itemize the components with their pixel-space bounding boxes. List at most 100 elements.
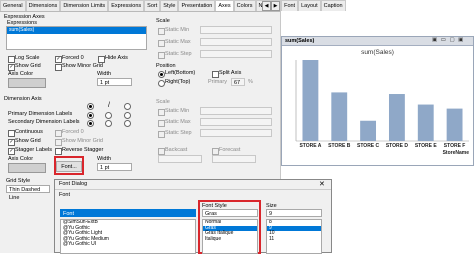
static-step-field[interactable]	[200, 50, 272, 58]
font-list-item[interactable]: @Yu Gothic UI	[61, 241, 195, 248]
secondary-labels-radio-0[interactable]	[87, 120, 94, 127]
right-top-radio[interactable]	[158, 80, 165, 87]
font-name-field[interactable]: Font	[60, 209, 196, 217]
static-min-label: Static Min	[165, 27, 190, 33]
dim-static-step-checkbox[interactable]	[158, 131, 165, 138]
reverse-stagger-checkbox[interactable]	[55, 148, 62, 155]
font-button[interactable]: Font...	[56, 161, 82, 172]
stagger-labels-checkbox[interactable]	[8, 148, 15, 155]
tab-scroll-right-button[interactable]: ▶	[271, 1, 280, 11]
dim-axis-color-swatch[interactable]	[8, 163, 46, 173]
dim-axis-color-label: Axis Color	[8, 156, 34, 162]
forecast-label: Forecast	[219, 147, 241, 153]
show-minor-grid-checkbox[interactable]	[55, 64, 62, 71]
dim-show-grid-checkbox[interactable]	[8, 139, 15, 146]
tab-font[interactable]: Font	[281, 0, 299, 11]
dim-static-min-checkbox[interactable]	[158, 109, 165, 116]
dim-static-max-checkbox[interactable]	[158, 120, 165, 127]
tab-layout[interactable]: Layout	[298, 0, 321, 11]
font-style-item[interactable]: Italique	[203, 236, 257, 243]
tab-general[interactable]: General	[0, 0, 26, 11]
tab-colors[interactable]: Colors	[233, 0, 256, 11]
tab-presentation[interactable]: Presentation	[178, 0, 216, 11]
grid-style-select[interactable]: Thin Dashed Line	[6, 185, 50, 201]
dimension-axis-group-label: Dimension Axis	[4, 96, 42, 102]
continuous-label: Continuous	[15, 129, 43, 135]
dim-forced-0-checkbox[interactable]	[55, 130, 62, 137]
left-bottom-radio[interactable]	[158, 71, 165, 78]
size-list-item[interactable]: 11	[267, 236, 321, 243]
font-style-list[interactable]: Normal Gras Gras Italique Italique	[202, 219, 258, 254]
tab-scroll-left-button[interactable]: ◀	[262, 1, 271, 11]
backcast-field[interactable]	[158, 155, 202, 163]
dim-show-minor-grid-checkbox[interactable]	[55, 139, 62, 146]
show-minor-grid-label: Show Minor Grid	[62, 63, 103, 69]
x-tick-label: STORE A	[299, 143, 321, 149]
primary-field[interactable]: 67	[231, 78, 245, 86]
bar-store-b	[331, 92, 348, 141]
expressions-list[interactable]: sum(Sales)	[6, 26, 147, 50]
tab-style[interactable]: Style	[160, 0, 179, 11]
primary-labels-radio-0[interactable]	[87, 112, 94, 119]
left-bottom-label: Left(Bottom)	[165, 70, 196, 76]
x-tick-label: STORE B	[328, 143, 351, 149]
expression-item[interactable]: sum(Sales)	[7, 27, 146, 34]
continuous-checkbox[interactable]	[8, 130, 15, 137]
x-tick-label: STORE F	[444, 143, 466, 149]
chart-window[interactable]: sum(Sales) ▣ ▭ ▢ ▣ sum(Sales) STORE A STOR…	[281, 36, 474, 166]
axis-color-swatch[interactable]	[8, 78, 46, 88]
dim-scale-group-label: Scale	[156, 99, 170, 105]
dim-static-min-field[interactable]	[200, 107, 272, 115]
bar-store-d	[388, 94, 405, 141]
width-field[interactable]: 1 pt	[97, 78, 132, 86]
log-scale-checkbox[interactable]	[8, 56, 15, 63]
split-axis-checkbox[interactable]	[212, 71, 219, 78]
dim-width-label: Width	[97, 156, 112, 162]
bar-store-f	[446, 108, 463, 141]
chart-caption-bar[interactable]: sum(Sales) ▣ ▭ ▢ ▣	[282, 37, 473, 46]
primary-labels-radio-vertical[interactable]	[124, 103, 131, 110]
font-dialog-title: Font Dialog	[59, 181, 88, 187]
caption-icons[interactable]: ▣ ▭ ▢ ▣	[432, 37, 464, 43]
primary-labels-radio-2[interactable]	[124, 112, 131, 119]
secondary-labels-radio-2[interactable]	[124, 120, 131, 127]
dim-width-field[interactable]: 1 pt	[97, 163, 132, 171]
position-group-label: Position	[156, 63, 176, 69]
dim-static-min-label: Static Min	[165, 108, 190, 114]
static-max-checkbox[interactable]	[158, 40, 165, 47]
bar-chart: sum(Sales) STORE A STORE B STORE C STORE D ST…	[295, 49, 469, 156]
tab-strip: General Dimensions Dimension Limits Express…	[0, 0, 346, 12]
tab-axes[interactable]: Axes	[215, 0, 234, 11]
tab-dimensions[interactable]: Dimensions	[25, 0, 61, 11]
static-step-label: Static Step	[165, 51, 192, 57]
close-icon[interactable]: ✕	[319, 180, 325, 188]
static-min-field[interactable]	[200, 26, 272, 34]
font-name-value: Font	[63, 211, 75, 217]
static-max-field[interactable]	[200, 38, 272, 46]
dim-static-max-field[interactable]	[200, 118, 272, 126]
forced-0-checkbox[interactable]	[55, 56, 62, 63]
primary-labels-radio-1[interactable]	[105, 112, 112, 119]
tab-caption[interactable]: Caption	[320, 0, 346, 11]
tab-sort[interactable]: Sort	[144, 0, 161, 11]
dim-static-step-field[interactable]	[200, 129, 272, 137]
hide-axis-checkbox[interactable]	[98, 56, 105, 63]
static-min-checkbox[interactable]	[158, 28, 165, 35]
split-axis-label: Split Axis	[219, 70, 242, 76]
backcast-checkbox[interactable]	[158, 148, 165, 155]
show-grid-checkbox[interactable]	[8, 64, 15, 71]
size-field[interactable]: 9	[266, 209, 322, 217]
chart-caption-title: sum(Sales)	[285, 38, 315, 44]
tab-expressions[interactable]: Expressions	[108, 0, 145, 11]
forecast-checkbox[interactable]	[212, 148, 219, 155]
font-style-field[interactable]: Gras	[202, 209, 258, 217]
forecast-field[interactable]	[212, 155, 256, 163]
bar-store-c	[360, 120, 377, 141]
primary-labels-radio-horizontal[interactable]	[87, 103, 94, 110]
percent-label: %	[248, 79, 253, 85]
static-step-checkbox[interactable]	[158, 52, 165, 59]
secondary-labels-radio-1[interactable]	[105, 120, 112, 127]
size-list[interactable]: 8 9 10 11	[266, 219, 322, 254]
tab-dimension-limits[interactable]: Dimension Limits	[60, 0, 109, 11]
font-list[interactable]: @SimSun-ExtB @Yu Gothic @Yu Gothic Light @Y…	[60, 219, 196, 254]
